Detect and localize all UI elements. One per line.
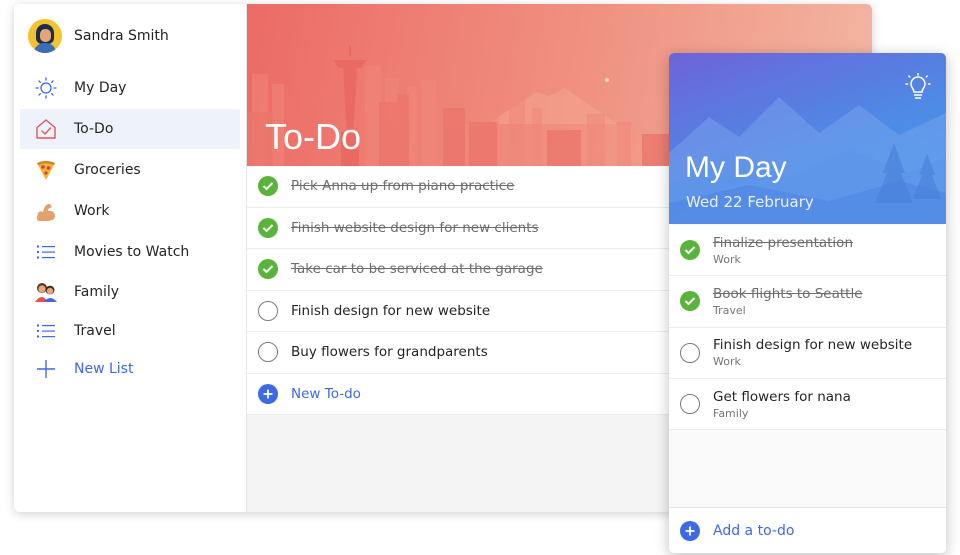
task-list-name: Work bbox=[713, 252, 741, 266]
task-checkbox[interactable] bbox=[258, 300, 278, 321]
my-day-panel: My Day Wed 22 February Finalize presenta… bbox=[669, 53, 946, 553]
completed-checkbox[interactable] bbox=[680, 240, 700, 261]
new-todo-label: New To-do bbox=[291, 385, 361, 402]
task-row[interactable]: Get flowers for nana Family bbox=[669, 378, 946, 431]
add-icon bbox=[680, 520, 700, 541]
list-icon bbox=[32, 244, 60, 260]
task-title: Finish design for new website bbox=[713, 337, 913, 354]
my-day-title: My Day bbox=[685, 151, 787, 184]
plus-icon bbox=[32, 358, 60, 380]
new-list-button[interactable]: New List bbox=[20, 349, 240, 389]
sidebar-item-label: Groceries bbox=[74, 162, 141, 178]
sidebar: Sandra Smith My Day To-Do Groceries Work… bbox=[14, 4, 247, 512]
new-list-label: New List bbox=[74, 361, 134, 377]
task-row[interactable]: Finish design for new website Work bbox=[669, 327, 946, 379]
sidebar-item-label: Travel bbox=[74, 323, 116, 339]
sidebar-item-movies-to-watch[interactable]: Movies to Watch bbox=[20, 232, 240, 272]
list-icon bbox=[32, 323, 60, 339]
add-icon bbox=[258, 383, 278, 404]
lightbulb-icon[interactable] bbox=[904, 72, 932, 105]
sidebar-item-travel[interactable]: Travel bbox=[20, 311, 240, 351]
task-list-name: Work bbox=[713, 355, 741, 369]
profile-name: Sandra Smith bbox=[74, 28, 169, 44]
sidebar-item-work[interactable]: Work bbox=[20, 191, 240, 231]
task-title: Pick Anna up from piano practice bbox=[291, 178, 515, 195]
task-title: Finalize presentation bbox=[713, 234, 853, 251]
task-checkbox[interactable] bbox=[258, 342, 278, 363]
task-row[interactable]: Book flights to Seattle Travel bbox=[669, 276, 946, 328]
family-icon bbox=[32, 281, 60, 303]
task-title: Finish design for new website bbox=[291, 302, 491, 319]
my-day-task-list: Finalize presentation Work Book flights … bbox=[669, 225, 946, 431]
list-title: To-Do bbox=[265, 116, 362, 157]
completed-checkbox[interactable] bbox=[680, 291, 700, 312]
sidebar-item-to-do[interactable]: To-Do bbox=[20, 109, 240, 149]
my-day-date: Wed 22 February bbox=[686, 193, 814, 211]
home-check-icon bbox=[32, 117, 60, 141]
sidebar-item-groceries[interactable]: Groceries bbox=[20, 150, 240, 190]
sidebar-item-family[interactable]: Family bbox=[20, 272, 240, 312]
task-title: Book flights to Seattle bbox=[713, 285, 863, 302]
task-list-name: Family bbox=[713, 406, 749, 420]
completed-checkbox[interactable] bbox=[258, 259, 278, 280]
task-row[interactable]: Finalize presentation Work bbox=[669, 225, 946, 277]
profile[interactable]: Sandra Smith bbox=[28, 18, 169, 54]
sun-icon bbox=[32, 76, 60, 100]
sidebar-item-label: My Day bbox=[74, 80, 127, 96]
add-todo-label: Add a to-do bbox=[713, 522, 795, 539]
sidebar-item-label: To-Do bbox=[74, 121, 114, 137]
task-title: Take car to be serviced at the garage bbox=[291, 261, 543, 278]
avatar bbox=[28, 19, 62, 53]
sidebar-item-label: Movies to Watch bbox=[74, 244, 190, 260]
completed-checkbox[interactable] bbox=[258, 217, 278, 238]
flexed-arm-icon bbox=[32, 200, 60, 222]
my-day-header-image: My Day Wed 22 February bbox=[669, 53, 946, 224]
add-todo-button[interactable]: Add a to-do bbox=[669, 507, 946, 553]
completed-checkbox[interactable] bbox=[258, 176, 278, 197]
task-checkbox[interactable] bbox=[680, 394, 700, 415]
sidebar-item-label: Family bbox=[74, 284, 120, 300]
task-title: Finish website design for new clients bbox=[291, 219, 539, 236]
task-title: Buy flowers for grandparents bbox=[291, 344, 488, 361]
task-list-name: Travel bbox=[713, 303, 746, 317]
task-checkbox[interactable] bbox=[680, 342, 700, 363]
task-title: Get flowers for nana bbox=[713, 388, 851, 405]
pizza-icon bbox=[32, 159, 60, 181]
sidebar-item-my-day[interactable]: My Day bbox=[20, 68, 240, 108]
sidebar-item-label: Work bbox=[74, 203, 110, 219]
